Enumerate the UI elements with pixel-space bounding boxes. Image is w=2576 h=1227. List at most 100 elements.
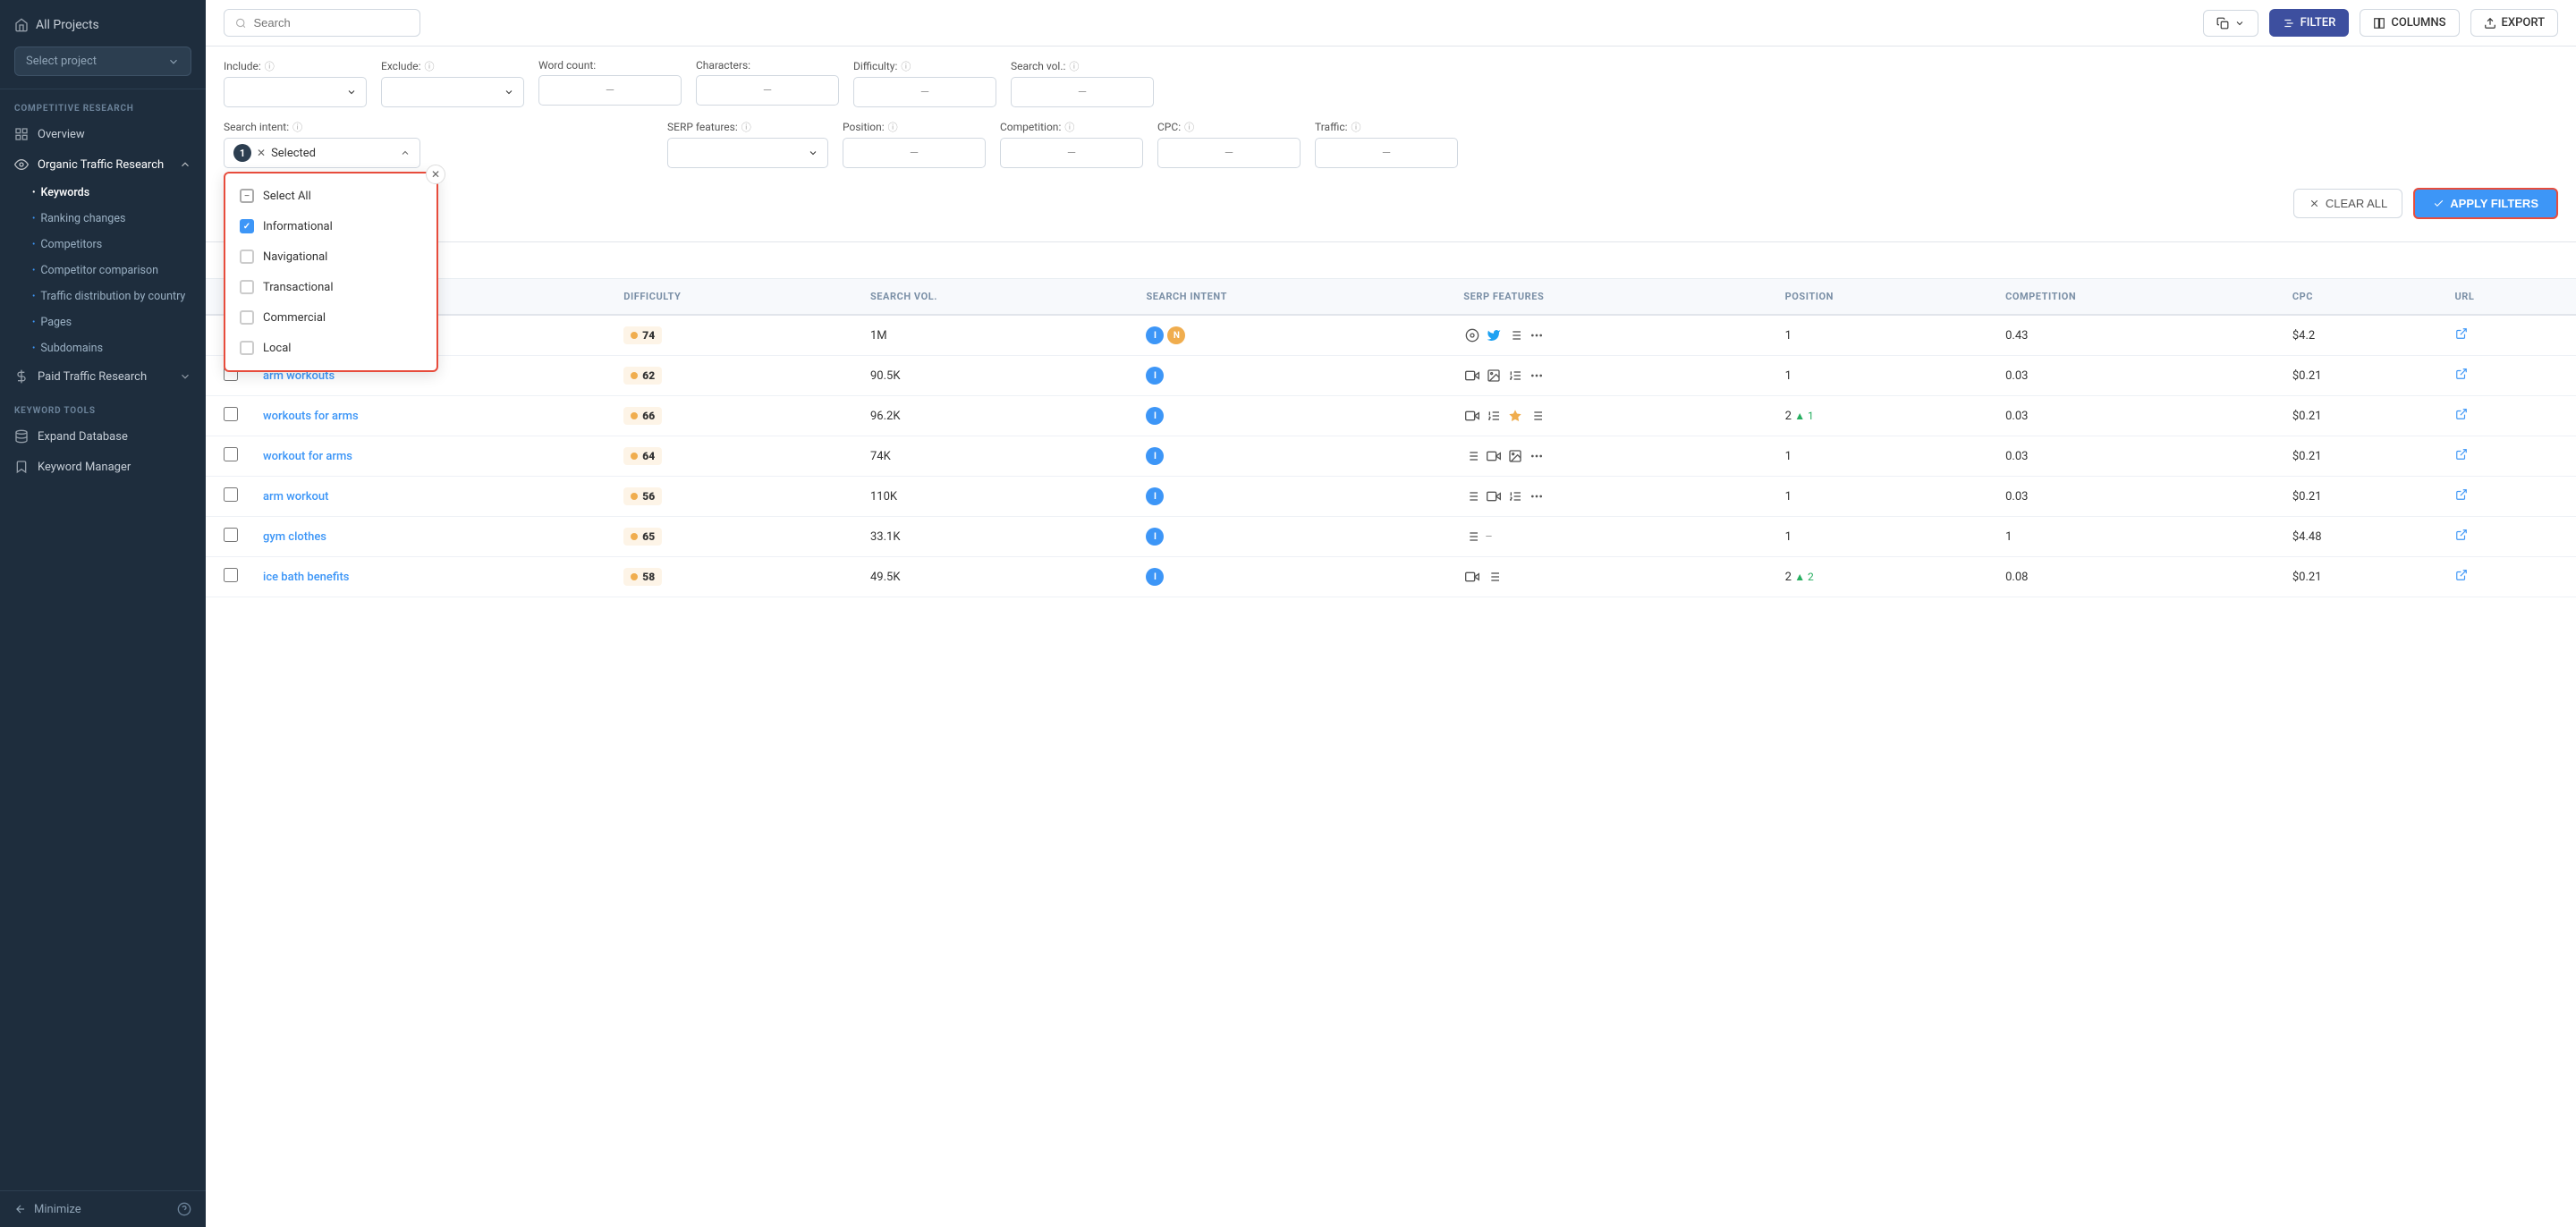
- competition-range[interactable]: —: [1000, 138, 1143, 168]
- dropdown-close-button[interactable]: ✕: [426, 165, 445, 184]
- search-intent-cell-0: IN: [1133, 315, 1451, 356]
- word-count-range[interactable]: —: [538, 75, 682, 106]
- search-box[interactable]: [224, 9, 420, 37]
- sidebar-item-expand-database[interactable]: Expand Database: [0, 421, 206, 452]
- include-select[interactable]: [224, 77, 367, 107]
- sidebar-item-keyword-manager[interactable]: Keyword Manager: [0, 452, 206, 482]
- url-icon-0[interactable]: [2455, 329, 2468, 343]
- serp-icon-video-1: [1463, 367, 1481, 385]
- search-vol-info-icon: ⓘ: [1069, 59, 1079, 73]
- intent-option-local[interactable]: Local: [225, 333, 436, 363]
- search-input[interactable]: [254, 16, 409, 30]
- row-checkbox-2[interactable]: [224, 407, 238, 421]
- sidebar-select-project[interactable]: Select project: [14, 47, 191, 76]
- position-cell-4: 1: [1773, 477, 1993, 517]
- copy-button[interactable]: [2203, 10, 2258, 37]
- url-icon-2[interactable]: [2455, 410, 2468, 424]
- url-col-header[interactable]: URL: [2443, 279, 2576, 315]
- filter-button[interactable]: FILTER: [2269, 9, 2350, 37]
- search-vol-5: 33.1K: [870, 530, 901, 544]
- serp-features-col-header[interactable]: SERP FEATURES: [1451, 279, 1772, 315]
- sidebar-bottom: Minimize: [0, 1190, 206, 1227]
- keyword-link-5[interactable]: gym clothes: [263, 530, 326, 544]
- row-checkbox-3[interactable]: [224, 447, 238, 461]
- sidebar-sub-item-competitors[interactable]: Competitors: [0, 232, 206, 258]
- table-header-row: KEYWORD DIFFICULTY SEARCH VOL. SEARCH IN…: [206, 279, 2576, 315]
- transactional-checkbox[interactable]: [240, 280, 254, 294]
- sidebar-item-paid-traffic[interactable]: Paid Traffic Research: [0, 361, 206, 392]
- traffic-filter: Traffic: ⓘ —: [1315, 120, 1458, 168]
- url-icon-3[interactable]: [2455, 450, 2468, 464]
- search-intent-col-header[interactable]: SEARCH INTENT: [1133, 279, 1451, 315]
- clear-all-button[interactable]: CLEAR ALL: [2293, 189, 2402, 218]
- intent-option-select-all[interactable]: Select All: [225, 181, 436, 211]
- keyword-link-3[interactable]: workout for arms: [263, 450, 352, 463]
- intent-option-transactional[interactable]: Transactional: [225, 272, 436, 302]
- sidebar-sub-item-keywords[interactable]: Keywords: [0, 180, 206, 206]
- difficulty-badge-3: 64: [623, 447, 662, 465]
- url-icon-1[interactable]: [2455, 369, 2468, 384]
- characters-range[interactable]: —: [696, 75, 839, 106]
- difficulty-col-header[interactable]: DIFFICULTY: [611, 279, 858, 315]
- row-checkbox-5[interactable]: [224, 528, 238, 542]
- keyword-link-4[interactable]: arm workout: [263, 490, 329, 503]
- intent-option-commercial[interactable]: Commercial: [225, 302, 436, 333]
- local-checkbox[interactable]: [240, 341, 254, 355]
- serp-features-select[interactable]: [667, 138, 828, 168]
- include-label: Include:: [224, 60, 261, 72]
- traffic-distribution-label: Traffic distribution by country: [40, 290, 185, 303]
- sidebar-item-overview[interactable]: Overview: [0, 119, 206, 149]
- sidebar-item-organic-traffic[interactable]: Organic Traffic Research: [0, 149, 206, 180]
- commercial-checkbox[interactable]: [240, 310, 254, 325]
- export-button[interactable]: EXPORT: [2470, 9, 2558, 37]
- keywords-label: Keywords: [41, 186, 90, 199]
- filter-row-3: Traffic cost: ⓘ — CLEAR ALL APPLY FILTER…: [224, 181, 2558, 229]
- keyword-link-2[interactable]: workouts for arms: [263, 410, 359, 423]
- url-icon-5[interactable]: [2455, 530, 2468, 545]
- help-icon[interactable]: [177, 1202, 191, 1216]
- difficulty-info-icon: ⓘ: [901, 59, 911, 73]
- search-vol-col-header[interactable]: SEARCH VOL.: [858, 279, 1133, 315]
- position-col-header[interactable]: POSITION: [1773, 279, 1993, 315]
- intent-option-informational[interactable]: Informational: [225, 211, 436, 241]
- keyword-link-6[interactable]: ice bath benefits: [263, 571, 349, 584]
- difficulty-dot-5: [631, 533, 638, 540]
- apply-check-icon: [2433, 198, 2445, 209]
- cpc-range[interactable]: —: [1157, 138, 1301, 168]
- sidebar-sub-item-traffic-distribution[interactable]: Traffic distribution by country: [0, 283, 206, 309]
- informational-checkbox[interactable]: [240, 219, 254, 233]
- serp-icon-list-0: [1506, 326, 1524, 344]
- filter-actions: CLEAR ALL APPLY FILTERS: [2293, 181, 2558, 219]
- select-all-checkbox[interactable]: [240, 189, 254, 203]
- columns-button[interactable]: COLUMNS: [2360, 9, 2459, 37]
- url-icon-4[interactable]: [2455, 490, 2468, 504]
- table-row: workout for arms 64 74KI10.03$0.21: [206, 436, 2576, 477]
- sidebar-all-projects[interactable]: All Projects: [14, 13, 191, 38]
- minimize-button[interactable]: Minimize: [14, 1203, 81, 1216]
- sidebar-sub-item-pages[interactable]: Pages: [0, 309, 206, 335]
- search-intent-trigger[interactable]: 1 ✕ Selected: [224, 138, 420, 168]
- url-icon-6[interactable]: [2455, 571, 2468, 585]
- competition-col-header[interactable]: COMPETITION: [1993, 279, 2280, 315]
- position-range[interactable]: —: [843, 138, 986, 168]
- search-vol-range[interactable]: —: [1011, 77, 1154, 107]
- difficulty-range[interactable]: —: [853, 77, 996, 107]
- traffic-range[interactable]: —: [1315, 138, 1458, 168]
- exclude-label: Exclude:: [381, 60, 421, 72]
- row-checkbox-6[interactable]: [224, 568, 238, 582]
- row-checkbox-4[interactable]: [224, 487, 238, 502]
- overview-label: Overview: [38, 128, 85, 141]
- competition-value-5: 1: [2005, 530, 2012, 544]
- sidebar-sub-item-competitor-comparison[interactable]: Competitor comparison: [0, 258, 206, 283]
- apply-filters-button[interactable]: APPLY FILTERS: [2413, 188, 2558, 219]
- navigational-checkbox[interactable]: [240, 250, 254, 264]
- table-row: ice bath benefits 58 49.5KI2 ▲ 2 0.08$0.…: [206, 557, 2576, 597]
- sidebar-sub-item-ranking-changes[interactable]: Ranking changes: [0, 206, 206, 232]
- exclude-select[interactable]: [381, 77, 524, 107]
- sidebar-sub-item-subdomains[interactable]: Subdomains: [0, 335, 206, 361]
- intent-clear-icon[interactable]: ✕: [257, 147, 266, 159]
- apply-filters-label: APPLY FILTERS: [2450, 197, 2538, 210]
- intent-option-navigational[interactable]: Navigational: [225, 241, 436, 272]
- cpc-col-header[interactable]: CPC: [2280, 279, 2443, 315]
- serp-icon-list-6: [1485, 568, 1503, 586]
